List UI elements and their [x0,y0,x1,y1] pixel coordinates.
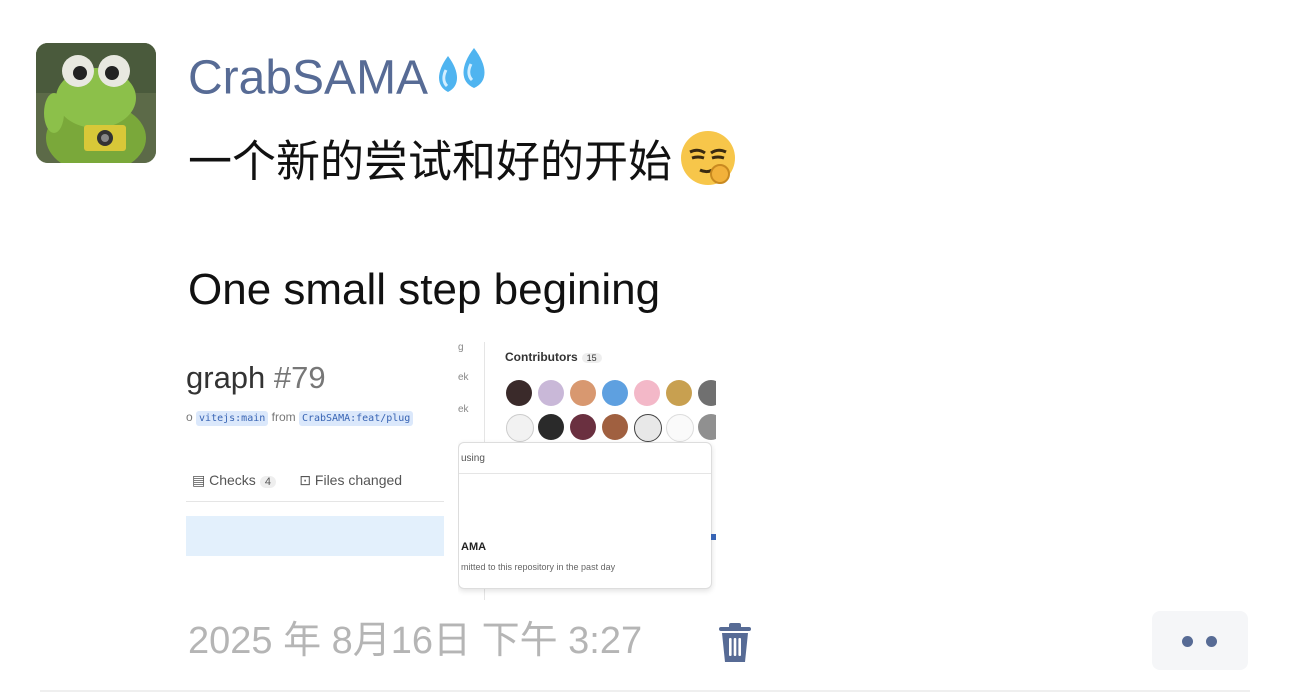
trash-icon[interactable] [716,622,754,664]
from-text: from [271,410,296,424]
contributor-avatar [666,414,694,442]
contributor-avatar [538,414,564,440]
more-dots-icon [1206,636,1217,647]
more-options-button[interactable] [1152,611,1248,670]
user-hovercard: using AMA mitted to this repository in t… [458,442,712,589]
branch-prefix: o [186,410,193,424]
post-timestamp: 2025 年 8月16日 下午 3:27 [188,620,643,662]
contributors-heading: Contributors 15 [505,350,602,364]
contributor-avatar [570,414,596,440]
pr-number: #79 [273,360,326,395]
hovercard-divider [459,473,711,474]
contributor-avatar [602,380,628,406]
contributors-label: Contributors [505,350,578,364]
smirking-ok-hand-emoji-icon [678,128,738,202]
more-dots-icon [1182,636,1193,647]
highlight-bar [186,516,444,556]
contributor-avatar [634,414,662,442]
post-divider [40,690,1250,692]
tabs-divider [186,501,444,502]
post-text-line-2: One small step begining [188,265,661,314]
username[interactable]: CrabSAMA [188,46,492,116]
checks-tab-label: Checks [209,472,256,488]
files-changed-tab-label: Files changed [314,472,403,488]
pr-branch-info: o vitejs:main from CrabSAMA:feat/plug [186,410,414,426]
base-branch-chip: vitejs:main [196,411,269,426]
image-gallery: graph #79 o vitejs:main from CrabSAMA:fe… [186,342,718,600]
image-thumbnail-pr[interactable]: graph #79 o vitejs:main from CrabSAMA:fe… [186,342,444,600]
side-text-2: ek [458,372,469,383]
post-text-chinese: 一个新的尝试和好的开始 [188,137,672,187]
pr-title-text: graph [186,360,266,395]
blue-marker [711,534,716,540]
contributor-avatar [506,414,534,442]
checks-icon: ▤ [192,472,206,488]
using-label: using [461,453,485,464]
files-changed-icon: ⊡ [299,472,312,488]
pr-tabs: ▤ Checks 4 ⊡ Files changed [192,472,402,489]
sweat-droplets-icon [434,46,492,116]
frog-avatar-image [36,43,156,163]
username-text: CrabSAMA [188,51,429,105]
side-text-3: ek [458,404,469,415]
image-thumbnail-contributors[interactable]: g ek ek Contributors 15 using AMA mitted … [458,342,716,600]
avatar[interactable] [36,43,156,163]
hovercard-name: AMA [461,541,487,553]
head-branch-chip: CrabSAMA:feat/plug [298,411,414,426]
hovercard-subtext: mitted to this repository in the past da… [461,562,616,572]
post-text-line-1: 一个新的尝试和好的开始 [188,128,738,202]
side-text-1: g [458,342,464,353]
contributor-avatar [602,414,628,440]
pr-title: graph #79 [186,360,326,396]
contributor-avatar [506,380,532,406]
contributor-avatar [634,380,660,406]
contributor-avatar [666,380,692,406]
contributor-avatar [538,380,564,406]
contributor-avatar [698,380,716,406]
contributor-avatar [698,414,716,440]
checks-count: 4 [259,476,276,488]
contributors-count: 15 [581,353,602,363]
contributor-avatar [570,380,596,406]
